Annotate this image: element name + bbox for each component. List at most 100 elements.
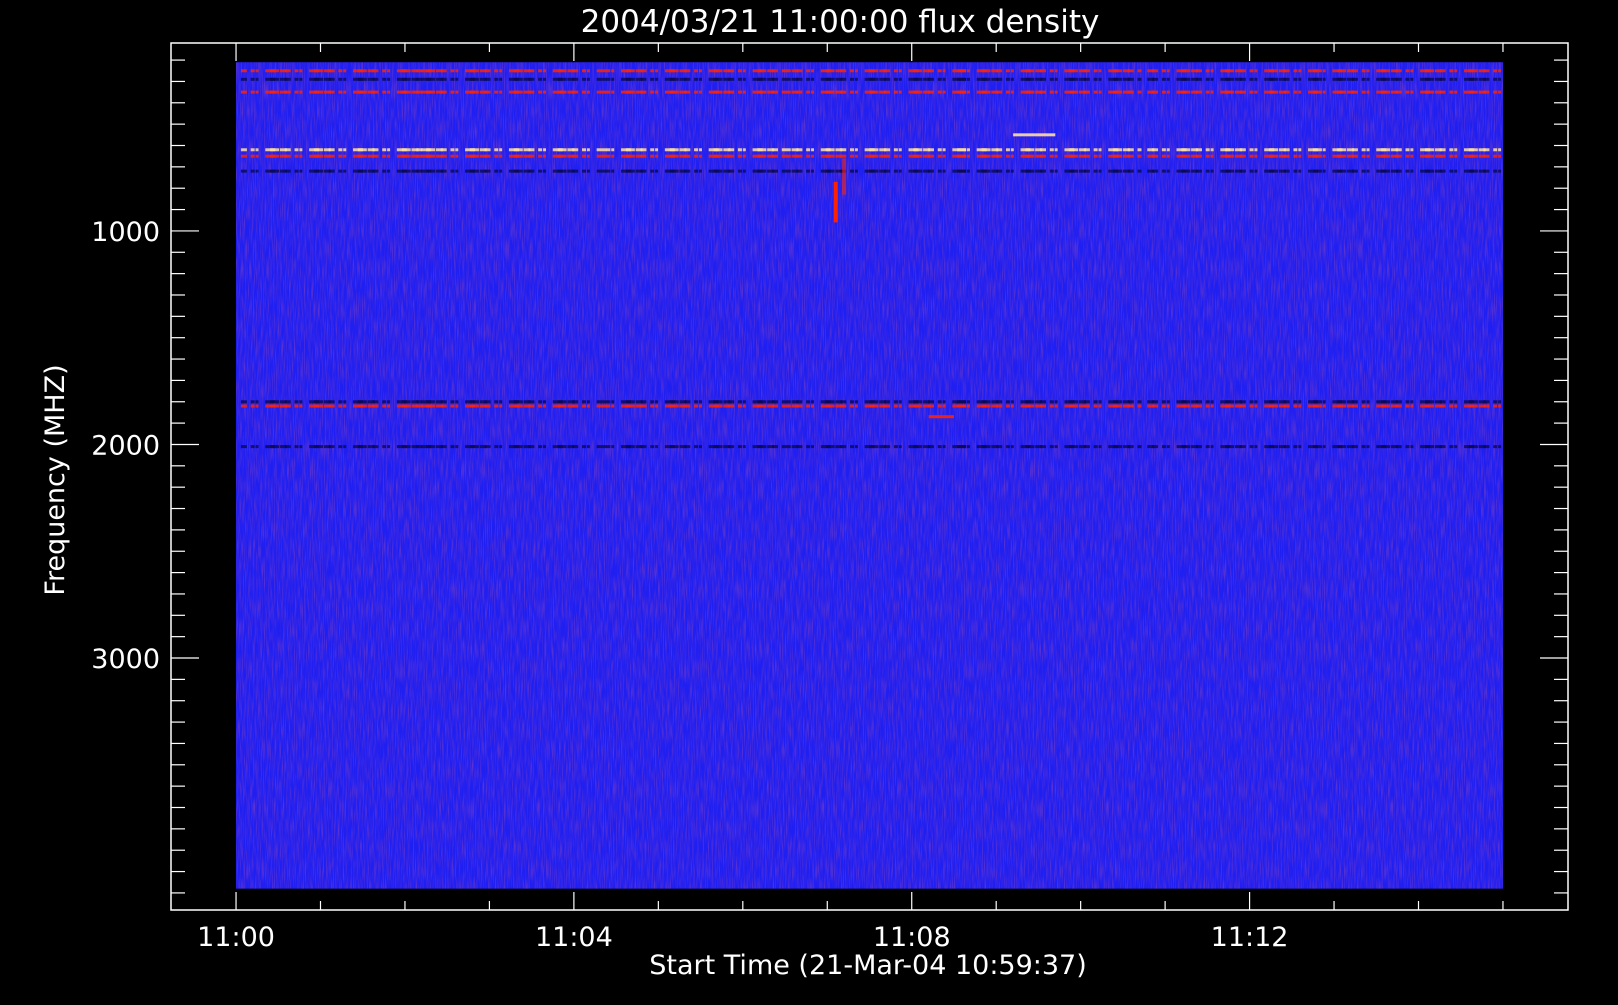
band-segment (923, 445, 931, 449)
band-segment (942, 169, 946, 173)
band-segment (694, 69, 699, 73)
band-segment (1191, 90, 1199, 94)
band-segment (255, 445, 259, 449)
band-segment (1361, 445, 1366, 449)
band-segment (1463, 404, 1474, 408)
band-segment (976, 445, 987, 449)
band-segment (1161, 148, 1166, 152)
band-segment (596, 404, 607, 408)
band-segment (1463, 90, 1474, 94)
band-segment (1376, 148, 1387, 152)
band-segment (1161, 404, 1166, 408)
band-segment (1210, 148, 1214, 152)
band-segment (1410, 77, 1414, 81)
band-segment (1361, 69, 1366, 73)
band-segment (538, 400, 543, 404)
band-segment (387, 169, 391, 173)
band-segment (1220, 154, 1231, 158)
band-segment (1478, 154, 1486, 158)
band-segment (294, 77, 299, 81)
band-segment (387, 90, 391, 94)
band-segment (1376, 169, 1387, 173)
band-segment (450, 154, 455, 158)
band-segment (908, 90, 919, 94)
band-segment (742, 90, 746, 94)
band-segment (1064, 90, 1075, 94)
band-segment (1079, 400, 1087, 404)
band-segment (1079, 169, 1087, 173)
band-segment (421, 400, 432, 404)
band-segment (791, 77, 799, 81)
band-segment (596, 154, 607, 158)
band-segment (1366, 90, 1370, 94)
band-segment (1049, 69, 1054, 73)
patch-mark (928, 415, 954, 419)
band-segment (664, 445, 675, 449)
band-segment (1108, 404, 1119, 408)
band-segment (664, 148, 675, 152)
band-segment (240, 404, 247, 408)
band-segment (279, 69, 287, 73)
band-segment (265, 404, 276, 408)
band-segment (508, 148, 519, 152)
band-segment (1249, 69, 1254, 73)
band-segment (323, 154, 331, 158)
band-segment (343, 400, 347, 404)
band-segment (694, 400, 699, 404)
band-segment (1093, 69, 1098, 73)
band-segment (1234, 404, 1242, 408)
band-segment (352, 77, 363, 81)
band-segment (1308, 404, 1319, 408)
band-segment (1210, 169, 1214, 173)
band-segment (1137, 148, 1142, 152)
band-segment (1264, 154, 1275, 158)
band-segment (1161, 169, 1166, 173)
band-segment (991, 154, 999, 158)
band-segment (879, 445, 887, 449)
band-segment (752, 400, 763, 404)
band-segment (567, 400, 575, 404)
band-segment (966, 69, 970, 73)
band-segment (1449, 445, 1454, 449)
band-segment (294, 69, 299, 73)
band-segment (1064, 404, 1075, 408)
band-segment (1254, 148, 1258, 152)
band-segment (1308, 148, 1319, 152)
band-segment (1191, 400, 1199, 404)
band-segment (850, 154, 855, 158)
band-segment (1254, 154, 1258, 158)
band-segment (854, 69, 858, 73)
band-segment (1035, 169, 1043, 173)
frequency-band (240, 69, 1502, 73)
band-segment (596, 69, 607, 73)
band-segment (538, 154, 543, 158)
band-segment (962, 69, 967, 73)
band-segment (586, 77, 590, 81)
band-segment (1205, 77, 1210, 81)
band-segment (1390, 77, 1398, 81)
band-segment (1449, 90, 1454, 94)
band-segment (1234, 90, 1242, 94)
band-segment (620, 69, 631, 73)
band-segment (1308, 400, 1319, 404)
band-segment (582, 148, 587, 152)
band-segment (1054, 148, 1058, 152)
band-segment (650, 77, 655, 81)
band-segment (250, 404, 255, 408)
band-segment (1234, 169, 1242, 173)
band-segment (1210, 400, 1214, 404)
band-segment (791, 404, 799, 408)
band-segment (962, 404, 967, 408)
band-segment (1054, 400, 1058, 404)
band-segment (1191, 404, 1199, 408)
band-segment (465, 404, 476, 408)
band-segment (494, 404, 499, 408)
band-segment (299, 69, 303, 73)
band-segment (250, 148, 255, 152)
band-segment (1147, 148, 1155, 152)
band-segment (1176, 445, 1187, 449)
band-segment (1322, 154, 1326, 158)
band-segment (1210, 77, 1214, 81)
band-segment (1498, 148, 1502, 152)
band-segment (1035, 404, 1043, 408)
